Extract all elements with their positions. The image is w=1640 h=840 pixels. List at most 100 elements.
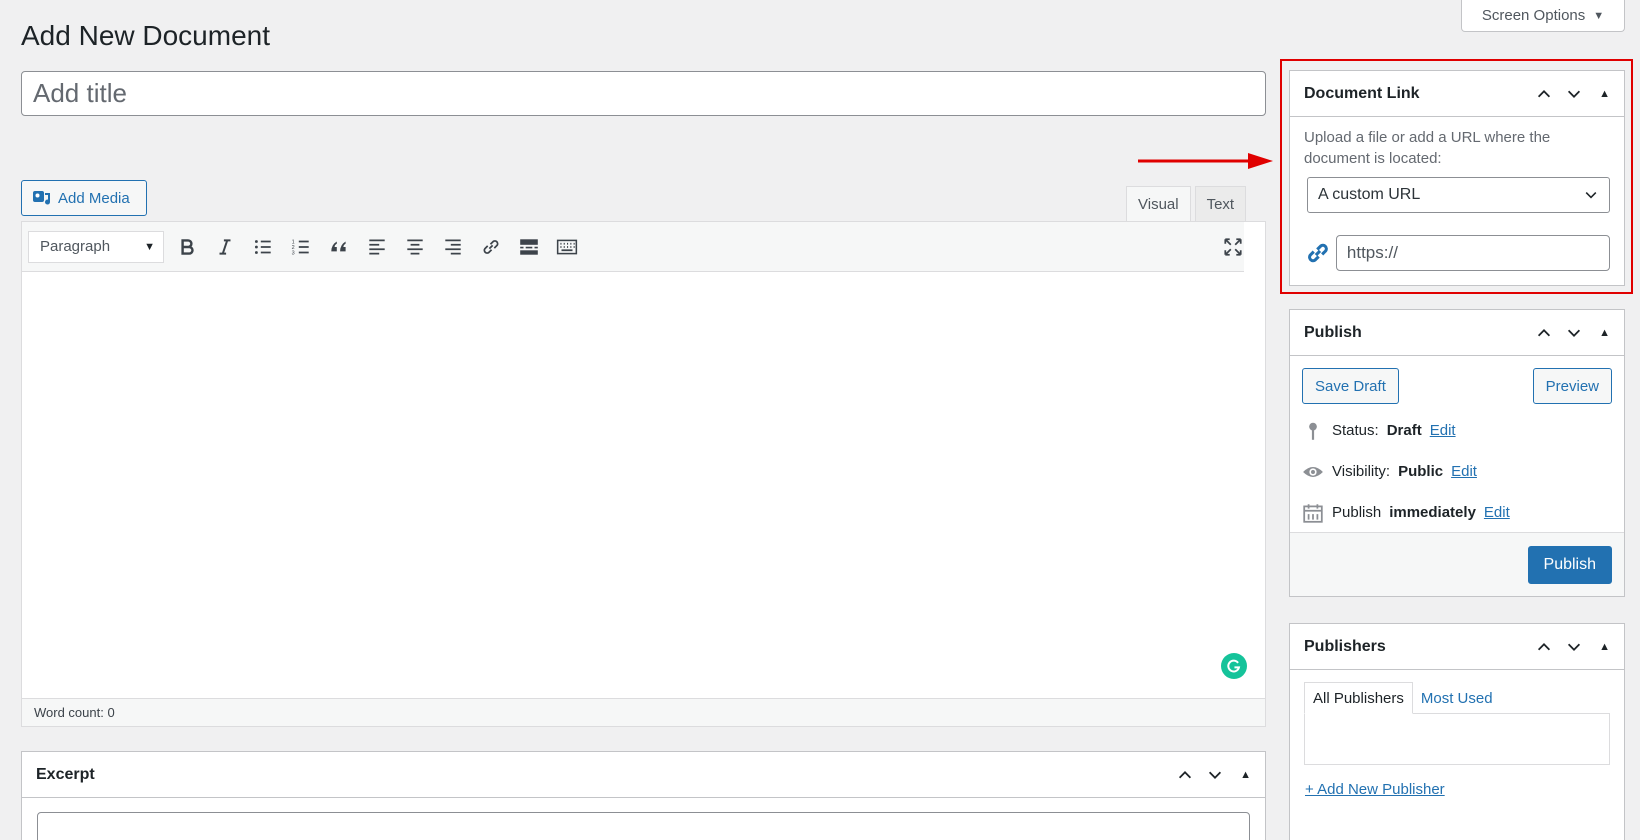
status-value: Draft — [1386, 422, 1422, 439]
publish-title: Publish — [1304, 323, 1362, 341]
publishers-box: Publishers ▲ All Publishers Most Used + … — [1289, 623, 1625, 840]
caret-down-icon: ▼ — [144, 240, 155, 253]
save-draft-button[interactable]: Save Draft — [1302, 368, 1399, 404]
eye-icon — [1303, 466, 1323, 477]
publish-misc-actions: Status: Draft Edit Visibility: Public Edit P… — [1290, 404, 1624, 533]
caret-up-icon[interactable]: ▲ — [1240, 769, 1251, 781]
grammarly-icon[interactable] — [1221, 653, 1247, 679]
document-link-title: Document Link — [1304, 84, 1420, 102]
page-title: Add New Document — [21, 20, 271, 51]
document-link-url-row — [1304, 235, 1610, 271]
excerpt-textarea[interactable] — [37, 812, 1250, 840]
edit-visibility-link[interactable]: Edit — [1451, 463, 1477, 480]
format-select-value: Paragraph — [40, 238, 111, 255]
visibility-label: Visibility: — [1332, 463, 1391, 480]
schedule-row: Publish immediately Edit — [1302, 492, 1612, 533]
caret-up-icon[interactable]: ▲ — [1599, 327, 1610, 339]
insert-link-button[interactable] — [474, 230, 508, 264]
caret-down-icon: ▼ — [1593, 9, 1605, 22]
keyboard-icon — [556, 239, 578, 254]
document-link-type-select[interactable]: A custom URL — [1307, 177, 1610, 213]
align-right-icon — [445, 239, 461, 254]
publishers-handle-actions: ▲ — [1535, 638, 1610, 656]
bullet-list-button[interactable] — [246, 230, 280, 264]
caret-up-icon[interactable]: ▲ — [1599, 88, 1610, 100]
screen-options-label: Screen Options — [1481, 7, 1586, 24]
chevron-down-icon[interactable] — [1565, 638, 1583, 656]
bold-button[interactable] — [170, 230, 204, 264]
chevron-down-icon[interactable] — [1206, 766, 1224, 784]
publishers-header: Publishers ▲ — [1290, 624, 1624, 670]
bold-icon — [181, 238, 194, 255]
add-media-label: Add Media — [58, 189, 130, 207]
editor-tabs: Visual Text — [1126, 186, 1250, 222]
editor-content-area[interactable] — [22, 272, 1265, 699]
chevron-down-icon[interactable] — [1565, 85, 1583, 103]
bullet-list-icon — [254, 239, 271, 254]
red-arrow-annotation — [1138, 153, 1273, 169]
link-icon — [483, 239, 499, 254]
italic-icon — [219, 238, 231, 255]
publish-handle-actions: ▲ — [1535, 324, 1610, 342]
document-link-description: Upload a file or add a URL where the doc… — [1304, 129, 1551, 167]
quote-icon — [331, 241, 346, 251]
publish-minor-actions: Save Draft Preview — [1290, 356, 1624, 404]
italic-button[interactable] — [208, 230, 242, 264]
word-count: Word count: 0 — [34, 705, 115, 720]
align-center-button[interactable] — [398, 230, 432, 264]
publishers-tabs: All Publishers Most Used — [1290, 670, 1624, 714]
svg-text:3: 3 — [292, 250, 295, 256]
align-left-button[interactable] — [360, 230, 394, 264]
schedule-value: immediately — [1389, 504, 1476, 521]
document-link-handle-actions: ▲ — [1535, 85, 1610, 103]
numbered-list-icon: 123 — [292, 239, 309, 256]
publish-major-actions: Publish — [1290, 532, 1624, 596]
preview-button[interactable]: Preview — [1532, 368, 1612, 404]
chevron-down-icon[interactable] — [1565, 324, 1583, 342]
post-title-input[interactable] — [21, 71, 1266, 116]
fullscreen-icon — [1224, 238, 1242, 256]
align-right-button[interactable] — [436, 230, 470, 264]
schedule-label: Publish — [1332, 504, 1382, 521]
publish-box: Publish ▲ Save Draft Preview Status: Draf… — [1289, 309, 1625, 597]
publishers-title: Publishers — [1304, 637, 1386, 655]
document-link-box: Document Link ▲ Upload a file or add a U… — [1289, 70, 1625, 286]
format-select[interactable]: Paragraph ▼ — [28, 230, 164, 263]
edit-status-link[interactable]: Edit — [1430, 422, 1456, 439]
chevron-up-icon[interactable] — [1176, 766, 1194, 784]
numbered-list-button[interactable]: 123 — [284, 230, 318, 264]
blockquote-button[interactable] — [322, 230, 356, 264]
excerpt-box: Excerpt ▲ — [21, 751, 1266, 840]
screen-options-button[interactable]: Screen Options ▼ — [1461, 0, 1625, 32]
chevron-up-icon[interactable] — [1535, 85, 1553, 103]
excerpt-handle-actions: ▲ — [1176, 766, 1251, 784]
read-more-button[interactable] — [512, 230, 546, 264]
align-center-icon — [407, 239, 423, 254]
add-media-button[interactable]: Add Media — [21, 180, 147, 216]
chevron-up-icon[interactable] — [1535, 638, 1553, 656]
tab-visual[interactable]: Visual — [1126, 186, 1191, 222]
editor-status-bar: Word count: 0 — [22, 698, 1265, 726]
add-new-publisher-link[interactable]: + Add New Publisher — [1305, 781, 1610, 798]
edit-schedule-link[interactable]: Edit — [1484, 504, 1510, 521]
read-more-icon — [520, 238, 538, 255]
status-row: Status: Draft Edit — [1302, 410, 1612, 451]
tab-all-publishers[interactable]: All Publishers — [1304, 682, 1413, 714]
excerpt-title: Excerpt — [36, 765, 95, 783]
publish-header: Publish ▲ — [1290, 310, 1624, 356]
fullscreen-button[interactable] — [1216, 230, 1250, 264]
content-editor: Paragraph ▼ 123 Word count: 0 — [21, 221, 1266, 727]
document-url-input[interactable] — [1335, 235, 1610, 271]
pin-icon — [1309, 422, 1317, 440]
tab-text[interactable]: Text — [1194, 186, 1247, 221]
link-icon — [1308, 243, 1328, 263]
chevron-up-icon[interactable] — [1535, 324, 1553, 342]
chevron-down-icon — [1585, 192, 1597, 199]
grammarly-g-icon — [1227, 659, 1241, 673]
visibility-row: Visibility: Public Edit — [1302, 451, 1612, 492]
tab-most-used[interactable]: Most Used — [1413, 682, 1501, 714]
publishers-checklist[interactable] — [1304, 713, 1610, 765]
publish-button[interactable]: Publish — [1527, 545, 1612, 584]
toolbar-toggle-button[interactable] — [550, 230, 584, 264]
caret-up-icon[interactable]: ▲ — [1599, 641, 1610, 653]
